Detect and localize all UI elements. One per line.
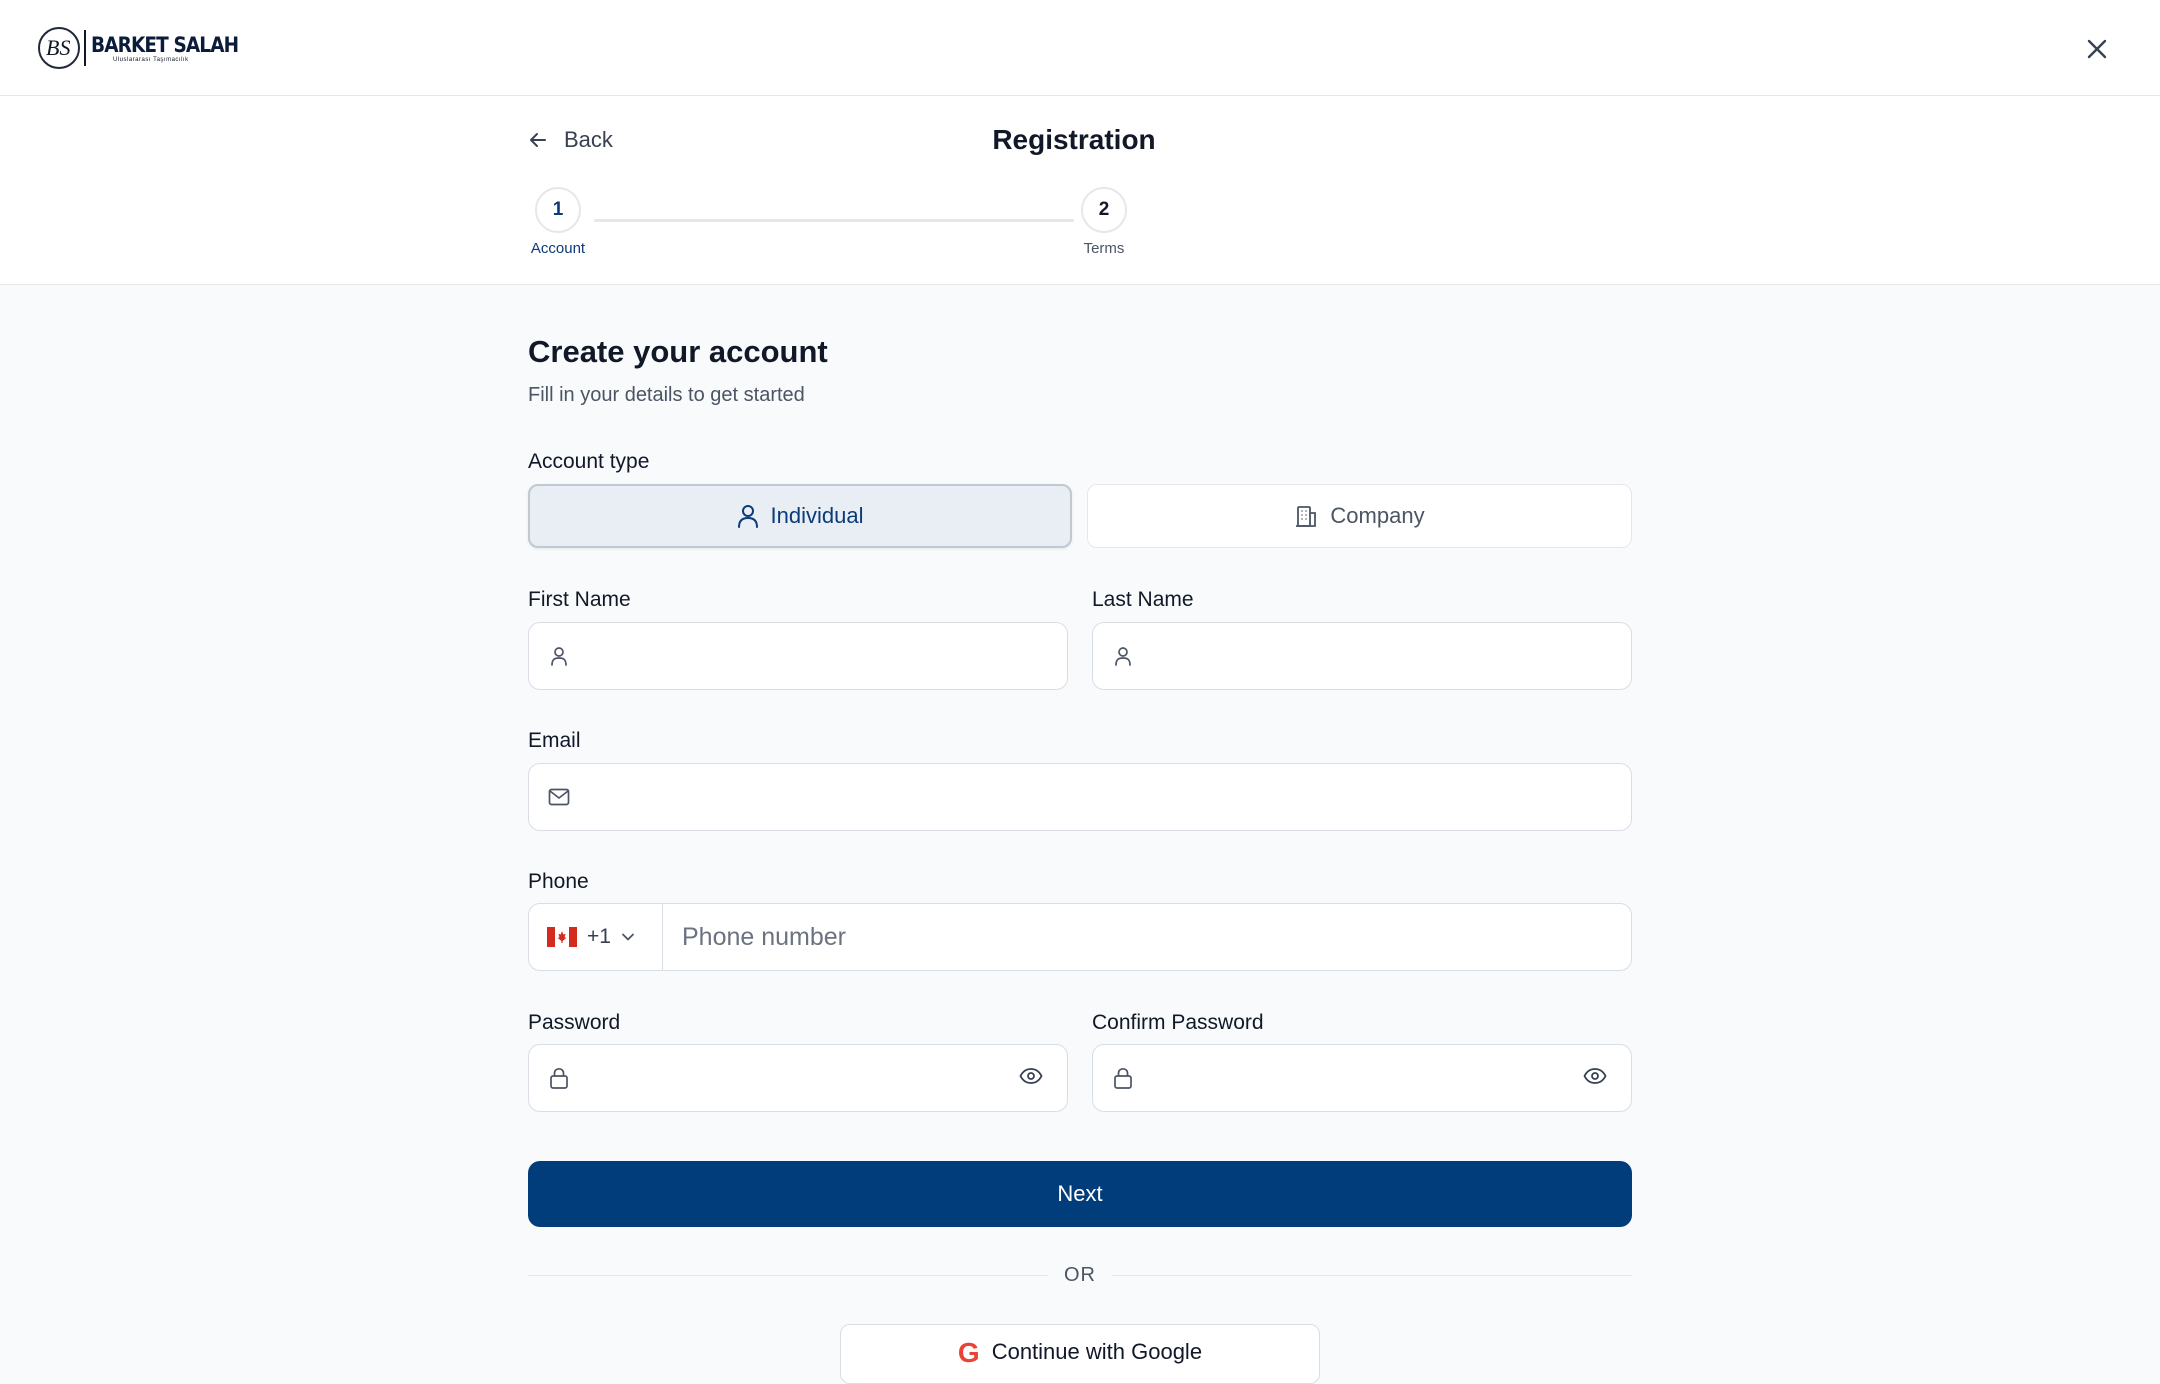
eye-icon xyxy=(1583,1068,1607,1084)
mail-icon xyxy=(548,788,570,806)
building-icon xyxy=(1296,506,1317,527)
phone-label: Phone xyxy=(528,870,589,893)
last-name-input[interactable] xyxy=(1153,623,1631,689)
continue-with-google-button[interactable]: G Continue with Google xyxy=(840,1324,1320,1384)
form-heading: Create your account xyxy=(528,334,828,369)
stepper-progress-line xyxy=(594,219,1074,222)
brand-tagline: Uluslararası Taşımacılık xyxy=(113,57,189,63)
or-divider-text: OR xyxy=(1064,1264,1096,1286)
logo-divider xyxy=(84,30,86,66)
country-code: +1 xyxy=(587,925,611,948)
step-2-label: Terms xyxy=(1083,240,1125,257)
divider-left xyxy=(528,1275,1048,1276)
phone-number-input[interactable] xyxy=(663,904,1631,970)
phone-field: +1 xyxy=(528,903,1632,971)
password-label: Password xyxy=(528,1011,621,1034)
step-1-label: Account xyxy=(530,240,586,257)
last-name-label: Last Name xyxy=(1092,588,1194,611)
step-1-indicator: 1 xyxy=(535,187,581,233)
account-type-company-button[interactable]: Company xyxy=(1087,484,1632,548)
page-title: Registration xyxy=(992,124,1156,155)
toggle-password-visibility[interactable] xyxy=(1019,1067,1043,1090)
user-icon xyxy=(551,647,567,666)
google-button-label: Continue with Google xyxy=(991,1339,1203,1364)
password-input[interactable] xyxy=(589,1045,1067,1111)
divider-right xyxy=(1112,1275,1632,1276)
user-icon xyxy=(1115,647,1131,666)
brand-name: BARKET SALAH xyxy=(91,33,239,57)
eye-icon xyxy=(1019,1068,1043,1084)
password-field xyxy=(528,1044,1068,1112)
user-icon xyxy=(737,505,758,528)
logo-mark-icon: BS xyxy=(38,27,80,69)
toggle-confirm-password-visibility[interactable] xyxy=(1583,1067,1607,1090)
account-type-individual-button[interactable]: Individual xyxy=(528,484,1072,548)
form-subheading: Fill in your details to get started xyxy=(528,384,805,406)
first-name-input[interactable] xyxy=(589,623,1067,689)
first-name-label: First Name xyxy=(528,588,631,611)
confirm-password-input[interactable] xyxy=(1153,1045,1631,1111)
brand-logo[interactable]: BS BARKET SALAH Uluslararası Taşımacılık xyxy=(38,26,258,70)
back-button[interactable]: Back xyxy=(528,127,613,153)
lock-icon xyxy=(1114,1067,1132,1089)
canada-flag-icon xyxy=(547,927,577,947)
company-label: Company xyxy=(1330,503,1425,528)
back-label: Back xyxy=(564,127,613,152)
email-label: Email xyxy=(528,729,581,752)
account-type-label: Account type xyxy=(528,450,650,473)
chevron-down-icon xyxy=(622,933,634,941)
email-field xyxy=(528,763,1632,831)
country-code-select[interactable]: +1 xyxy=(529,904,663,970)
close-button[interactable] xyxy=(2080,32,2114,66)
close-icon xyxy=(2087,39,2107,59)
google-icon: G xyxy=(957,1337,980,1368)
email-input[interactable] xyxy=(589,764,1631,830)
arrow-left-icon xyxy=(530,133,546,147)
last-name-field xyxy=(1092,622,1632,690)
first-name-field xyxy=(528,622,1068,690)
step-2-indicator: 2 xyxy=(1081,187,1127,233)
individual-label: Individual xyxy=(770,503,864,528)
confirm-password-field xyxy=(1092,1044,1632,1112)
top-bar: BS BARKET SALAH Uluslararası Taşımacılık xyxy=(0,0,2160,96)
next-button[interactable]: Next xyxy=(528,1161,1632,1227)
confirm-password-label: Confirm Password xyxy=(1092,1011,1264,1034)
lock-icon xyxy=(550,1067,568,1089)
